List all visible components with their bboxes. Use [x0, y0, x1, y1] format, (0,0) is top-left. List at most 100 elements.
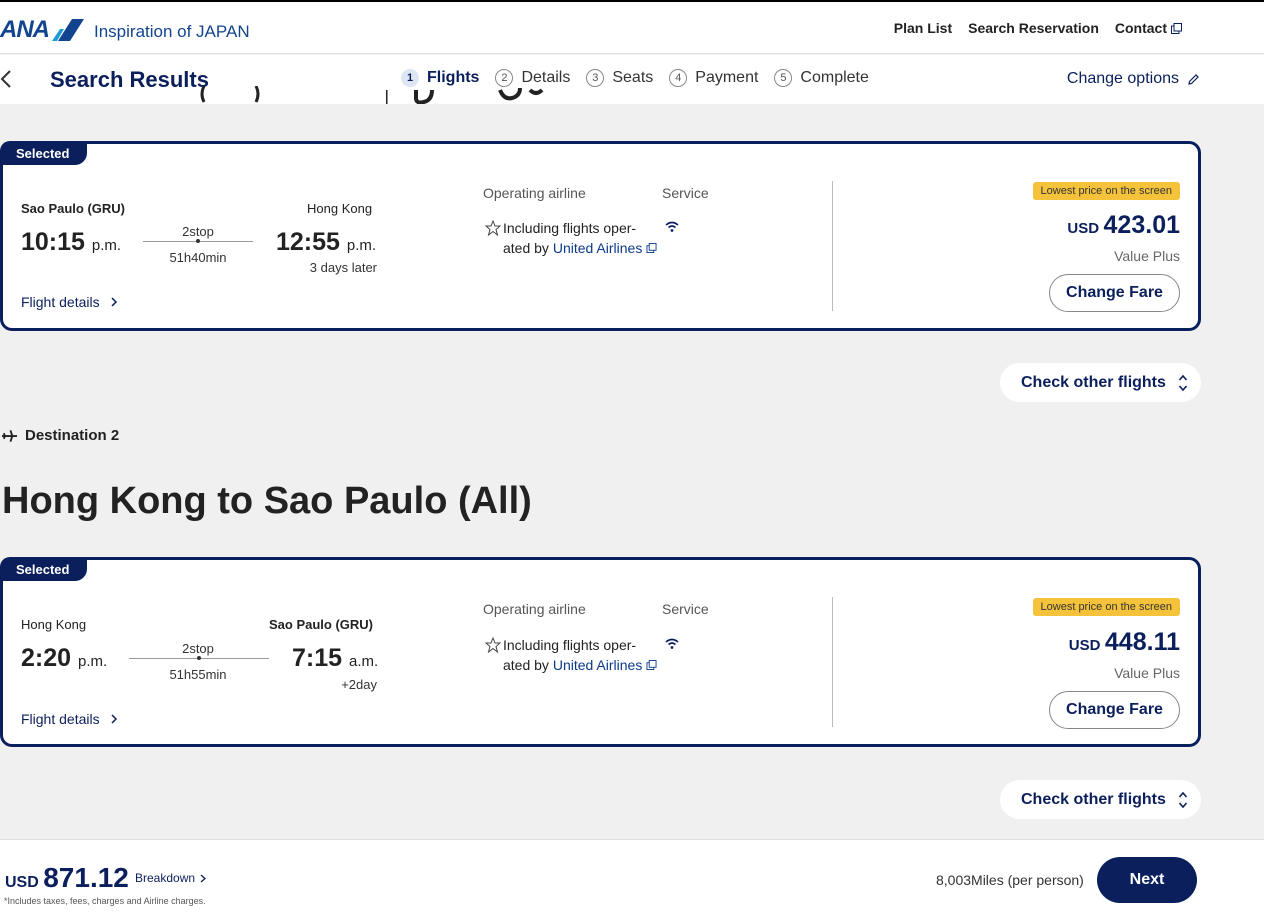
flight-duration: 51h40min — [169, 250, 227, 265]
nav-contact[interactable]: Contact — [1115, 20, 1182, 36]
total-amount: 871.12 — [43, 862, 129, 893]
ana-logo[interactable]: ANA Inspiration of JAPAN — [0, 16, 250, 44]
step-complete: 5 Complete — [774, 69, 869, 87]
check-other-label: Check other flights — [1021, 373, 1166, 391]
flight-details-link[interactable]: Flight details — [21, 711, 118, 727]
service-heading: Service — [662, 185, 709, 201]
step-number: 2 — [495, 69, 514, 87]
step-number: 5 — [774, 69, 793, 87]
total-price: USD 871.12 — [5, 862, 129, 894]
united-airlines-link[interactable]: United Airlines — [553, 657, 643, 673]
departure-time: 10:15 p.m. — [21, 228, 121, 257]
price-footnote: *Includes taxes, fees, charges and Airli… — [4, 896, 206, 906]
change-fare-button[interactable]: Change Fare — [1049, 691, 1180, 729]
flight-card-2: Selected Hong Kong 2:20 p.m. 2stop 51h55… — [0, 557, 1201, 747]
change-options-link[interactable]: Change options — [1067, 70, 1200, 88]
logo-wing-icon — [50, 19, 84, 41]
selected-badge: Selected — [0, 141, 88, 165]
step-label: Payment — [695, 69, 759, 86]
next-button[interactable]: Next — [1097, 857, 1197, 903]
arrival-time-value: 7:15 — [292, 644, 343, 672]
change-options-label: Change options — [1066, 70, 1179, 87]
step-number: 3 — [586, 69, 605, 87]
pencil-icon — [1188, 73, 1199, 85]
flight-card-1: Selected Sao Paulo (GRU) 10:15 p.m. 2sto… — [0, 141, 1201, 331]
wifi-icon — [665, 221, 679, 232]
arrival-time: 7:15 a.m. — [292, 644, 378, 673]
logo-tagline: Inspiration of JAPAN — [94, 22, 250, 41]
united-airlines-link[interactable]: United Airlines — [553, 240, 643, 256]
page-title: Search Results — [50, 67, 209, 92]
route-title: Hong Kong to Sao Paulo (All) — [2, 480, 532, 522]
destination-2-text: Destination 2 — [25, 427, 120, 444]
scrolled-heading-remnant — [190, 86, 570, 104]
departure-time: 2:20 p.m. — [21, 644, 107, 673]
check-other-flights-button-2[interactable]: Check other flights — [1000, 780, 1201, 819]
step-seats: 3 Seats — [586, 69, 653, 87]
airline-note: Including flights oper-ated by United Ai… — [503, 219, 663, 258]
star-alliance-icon — [485, 637, 501, 653]
breakdown-link[interactable]: Breakdown — [135, 871, 207, 885]
lowest-price-badge: Lowest price on the screen — [1032, 598, 1180, 616]
price-currency: USD — [1067, 220, 1100, 237]
departure-time-value: 2:20 — [21, 644, 72, 672]
destination-2-label: Destination 2 — [2, 427, 119, 444]
check-other-flights-button-1[interactable]: Check other flights — [1000, 363, 1201, 402]
back-chevron-icon[interactable] — [0, 67, 16, 91]
change-fare-button[interactable]: Change Fare — [1049, 274, 1180, 312]
arrival-time: 12:55 p.m. — [276, 228, 376, 257]
price-amount: 423.01 — [1103, 211, 1180, 239]
stop-count: 2stop — [182, 224, 214, 239]
miles-per-person: 8,003Miles (per person) — [936, 872, 1084, 888]
fare-name: Value Plus — [1114, 665, 1180, 681]
step-number: 1 — [401, 69, 419, 87]
departure-city: Sao Paulo (GRU) — [21, 201, 126, 216]
step-label: Complete — [800, 69, 869, 86]
departure-ampm: p.m. — [78, 653, 108, 670]
step-payment: 4 Payment — [669, 69, 758, 87]
chevron-right-icon — [111, 714, 117, 724]
stop-count: 2stop — [182, 641, 214, 656]
booking-footer: USD 871.12 Breakdown *Includes taxes, fe… — [0, 839, 1264, 917]
total-currency: USD — [5, 874, 39, 891]
airline-note: Including flights oper-ated by United Ai… — [503, 636, 663, 675]
nav-plan-list[interactable]: Plan List — [894, 20, 952, 36]
fare-name: Value Plus — [1114, 248, 1180, 264]
departure-ampm: p.m. — [91, 237, 122, 254]
step-label: Details — [521, 69, 571, 86]
service-heading: Service — [662, 601, 709, 617]
flight-details-label: Flight details — [21, 294, 100, 310]
plane-icon — [2, 429, 17, 442]
price-amount: 448.11 — [1104, 628, 1180, 656]
step-number: 4 — [669, 69, 688, 87]
logo-ana-text: ANA — [0, 16, 50, 43]
flight-details-link[interactable]: Flight details — [21, 294, 118, 310]
sort-arrows-icon — [1178, 374, 1188, 391]
arrival-day-offset: +2day — [341, 677, 377, 692]
card-divider — [832, 181, 833, 311]
arrival-city: Sao Paulo (GRU) — [269, 617, 374, 632]
departure-city: Hong Kong — [21, 617, 87, 632]
arrival-city: Hong Kong — [307, 201, 373, 216]
operating-airline-heading: Operating airline — [483, 601, 586, 617]
star-alliance-icon — [485, 220, 501, 236]
step-flights: 1 Flights — [401, 69, 479, 87]
nav-search-reservation[interactable]: Search Reservation — [968, 20, 1099, 36]
step-label: Flights — [427, 69, 480, 86]
price-currency: USD — [1068, 637, 1101, 654]
top-nav: Plan List Search Reservation Contact — [894, 20, 1182, 36]
chevron-right-icon — [200, 874, 207, 882]
external-link-icon — [646, 659, 657, 670]
wifi-icon — [665, 638, 679, 649]
fare-price: USD 448.11 — [1069, 628, 1180, 657]
selected-badge: Selected — [0, 557, 88, 581]
breakdown-label: Breakdown — [135, 871, 196, 885]
arrival-ampm: a.m. — [349, 653, 379, 670]
card-divider — [832, 597, 833, 727]
chevron-right-icon — [111, 297, 117, 307]
flight-duration: 51h55min — [169, 667, 227, 682]
step-label: Seats — [612, 69, 654, 86]
stop-dot — [196, 239, 200, 243]
step-details: 2 Details — [495, 69, 570, 87]
fare-price: USD 423.01 — [1067, 211, 1180, 240]
